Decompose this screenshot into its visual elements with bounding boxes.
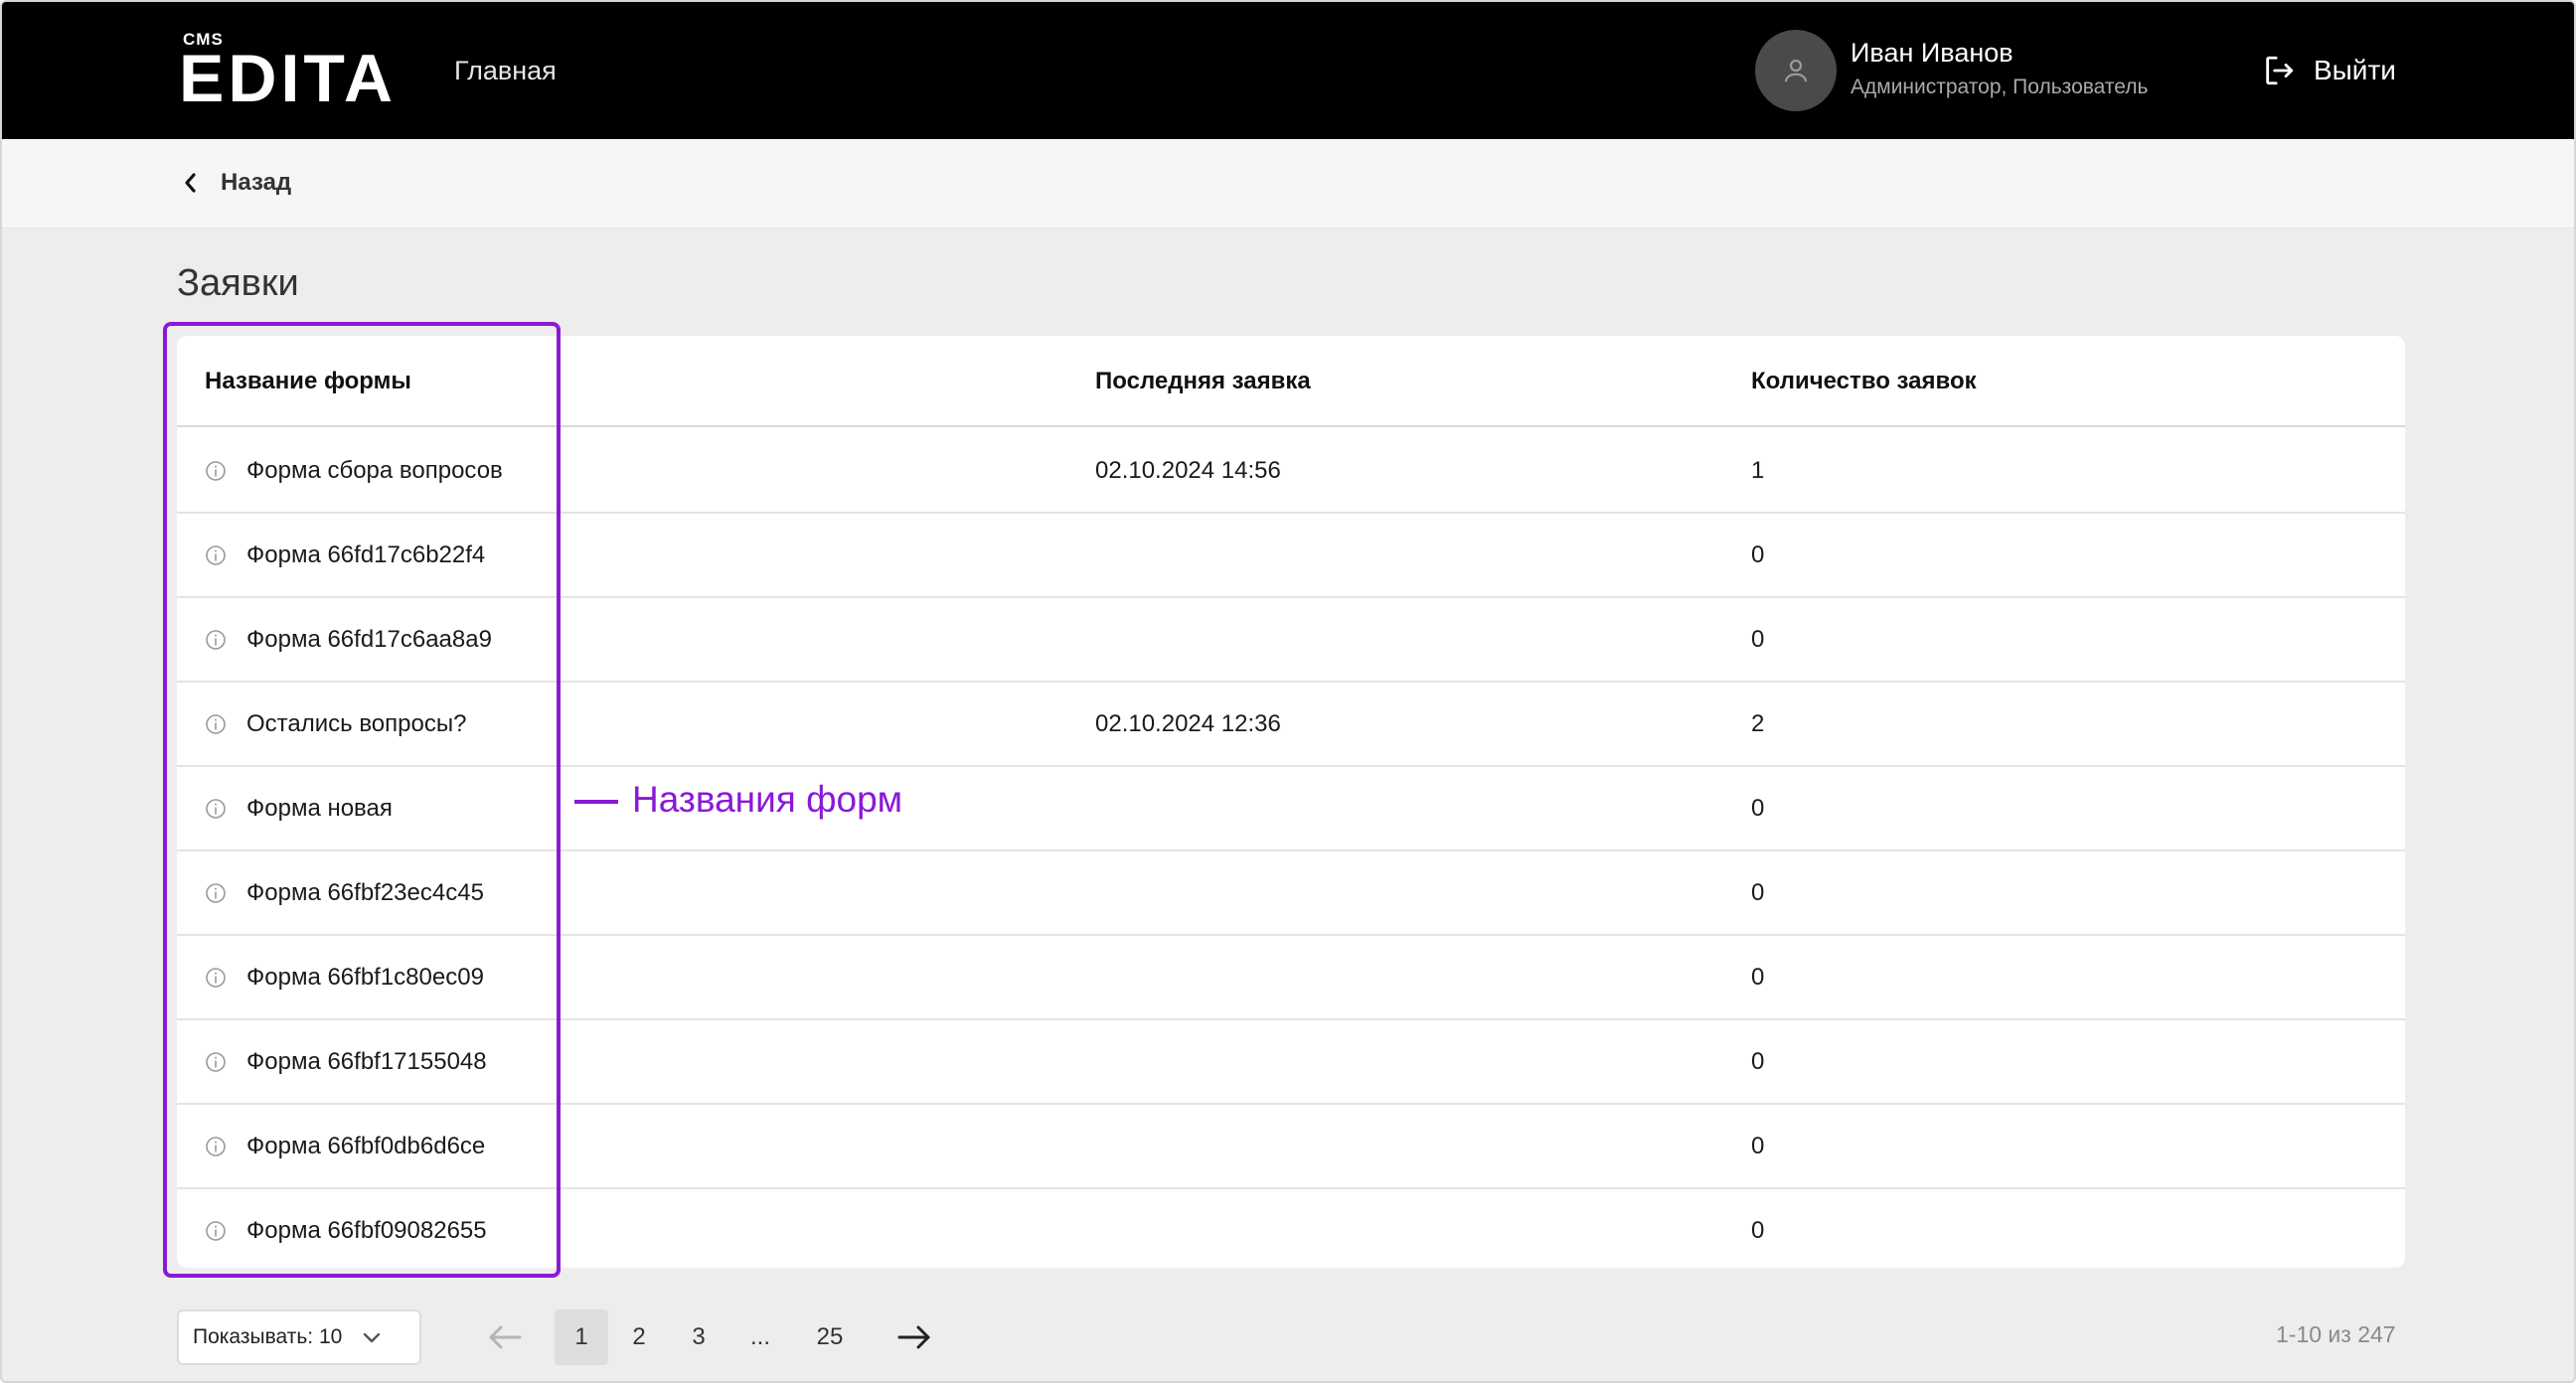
page-button[interactable]: 2 bbox=[612, 1309, 666, 1365]
cell-form-name[interactable]: Форма 66fbf0db6d6ce bbox=[246, 1133, 485, 1160]
info-icon[interactable] bbox=[205, 882, 227, 904]
prev-page-button[interactable] bbox=[481, 1313, 529, 1361]
cell-form-name[interactable]: Остались вопросы? bbox=[246, 710, 466, 738]
cell-form-name[interactable]: Форма сбора вопросов bbox=[246, 457, 503, 485]
arrow-left-icon bbox=[489, 1325, 522, 1349]
table-row[interactable]: Форма 66fd17c6b22f4 0 bbox=[177, 514, 2405, 598]
page-title: Заявки bbox=[177, 262, 299, 304]
info-icon[interactable] bbox=[205, 967, 227, 989]
logo-brand-text: EDITA bbox=[179, 41, 397, 116]
logout-icon bbox=[2266, 56, 2294, 85]
logout-button[interactable]: Выйти bbox=[2262, 54, 2396, 87]
page-button[interactable]: 25 bbox=[803, 1309, 857, 1365]
cell-form-name[interactable]: Форма 66fbf17155048 bbox=[246, 1048, 487, 1076]
sub-toolbar: Назад bbox=[2, 139, 2574, 229]
table-row[interactable]: Остались вопросы? 02.10.2024 12:36 2 bbox=[177, 683, 2405, 767]
table-row[interactable]: Форма сбора вопросов 02.10.2024 14:56 1 bbox=[177, 429, 2405, 514]
logo[interactable]: CMS EDITA bbox=[179, 30, 397, 116]
table-row[interactable]: Форма 66fbf1c80ec09 0 bbox=[177, 936, 2405, 1020]
cell-form-name[interactable]: Форма новая bbox=[246, 795, 393, 823]
info-icon[interactable] bbox=[205, 544, 227, 566]
cell-form-name[interactable]: Форма 66fd17c6b22f4 bbox=[246, 541, 485, 569]
chevron-down-icon bbox=[364, 1332, 381, 1343]
info-icon[interactable] bbox=[205, 713, 227, 735]
table-row[interactable]: Форма 66fbf09082655 0 bbox=[177, 1189, 2405, 1274]
column-header-form-name[interactable]: Название формы bbox=[205, 368, 411, 395]
page-button[interactable]: 3 bbox=[672, 1309, 725, 1365]
cell-last-request: 02.10.2024 12:36 bbox=[1095, 710, 1281, 737]
pagination-summary: 1-10 из 247 bbox=[2276, 1321, 2396, 1347]
table-row[interactable]: Форма 66fd17c6aa8a9 0 bbox=[177, 598, 2405, 683]
cell-form-name[interactable]: Форма 66fbf23ec4c45 bbox=[246, 879, 484, 907]
user-role: Администратор, Пользователь bbox=[1851, 76, 2149, 98]
per-page-select[interactable]: Показывать: 10 bbox=[177, 1309, 421, 1365]
arrow-right-icon bbox=[897, 1325, 930, 1349]
cell-request-count: 0 bbox=[1751, 879, 1765, 906]
info-icon[interactable] bbox=[205, 1136, 227, 1157]
cell-request-count: 0 bbox=[1751, 1048, 1765, 1075]
annotation-label: Названия форм bbox=[632, 779, 903, 820]
info-icon[interactable] bbox=[205, 460, 227, 482]
cell-form-name[interactable]: Форма 66fbf09082655 bbox=[246, 1217, 487, 1245]
info-icon[interactable] bbox=[205, 629, 227, 651]
cell-request-count: 0 bbox=[1751, 1133, 1765, 1159]
cell-last-request: 02.10.2024 14:56 bbox=[1095, 457, 1281, 484]
column-header-last-request[interactable]: Последняя заявка bbox=[1095, 368, 1311, 395]
table-row[interactable]: Форма 66fbf23ec4c45 0 bbox=[177, 851, 2405, 936]
cell-request-count: 0 bbox=[1751, 1217, 1765, 1244]
cell-request-count: 0 bbox=[1751, 626, 1765, 653]
annotation-line bbox=[574, 800, 618, 804]
cell-request-count: 1 bbox=[1751, 457, 1765, 484]
table-row[interactable]: Форма новая 0 bbox=[177, 767, 2405, 851]
page-ellipsis: ... bbox=[749, 1323, 770, 1350]
info-icon[interactable] bbox=[205, 1051, 227, 1073]
logout-label: Выйти bbox=[2314, 55, 2396, 85]
forms-table: Название формы Последняя заявка Количест… bbox=[177, 336, 2405, 1268]
page-button[interactable]: 1 bbox=[555, 1309, 608, 1365]
cell-request-count: 0 bbox=[1751, 541, 1765, 568]
back-button[interactable]: Назад bbox=[183, 169, 291, 197]
cell-form-name[interactable]: Форма 66fd17c6aa8a9 bbox=[246, 626, 492, 654]
cell-request-count: 0 bbox=[1751, 795, 1765, 822]
cell-request-count: 2 bbox=[1751, 710, 1765, 737]
per-page-label: Показывать: 10 bbox=[193, 1325, 343, 1348]
nav-link-home[interactable]: Главная bbox=[454, 56, 557, 86]
cell-request-count: 0 bbox=[1751, 964, 1765, 991]
info-icon[interactable] bbox=[205, 798, 227, 820]
top-header: CMS EDITA Главная Иван Иванов Администра… bbox=[2, 2, 2574, 139]
user-avatar[interactable] bbox=[1755, 30, 1837, 111]
info-icon[interactable] bbox=[205, 1220, 227, 1242]
cell-form-name[interactable]: Форма 66fbf1c80ec09 bbox=[246, 964, 484, 992]
app-window: CMS EDITA Главная Иван Иванов Администра… bbox=[0, 0, 2576, 1383]
table-row[interactable]: Форма 66fbf17155048 0 bbox=[177, 1020, 2405, 1105]
user-icon bbox=[1784, 59, 1808, 82]
table-row[interactable]: Форма 66fbf0db6d6ce 0 bbox=[177, 1105, 2405, 1189]
column-header-count[interactable]: Количество заявок bbox=[1751, 368, 1977, 395]
table-header: Название формы Последняя заявка Количест… bbox=[177, 336, 2405, 427]
user-name: Иван Иванов bbox=[1851, 38, 2013, 68]
chevron-left-icon bbox=[185, 173, 196, 193]
back-label: Назад bbox=[221, 169, 292, 196]
next-page-button[interactable] bbox=[890, 1313, 938, 1361]
